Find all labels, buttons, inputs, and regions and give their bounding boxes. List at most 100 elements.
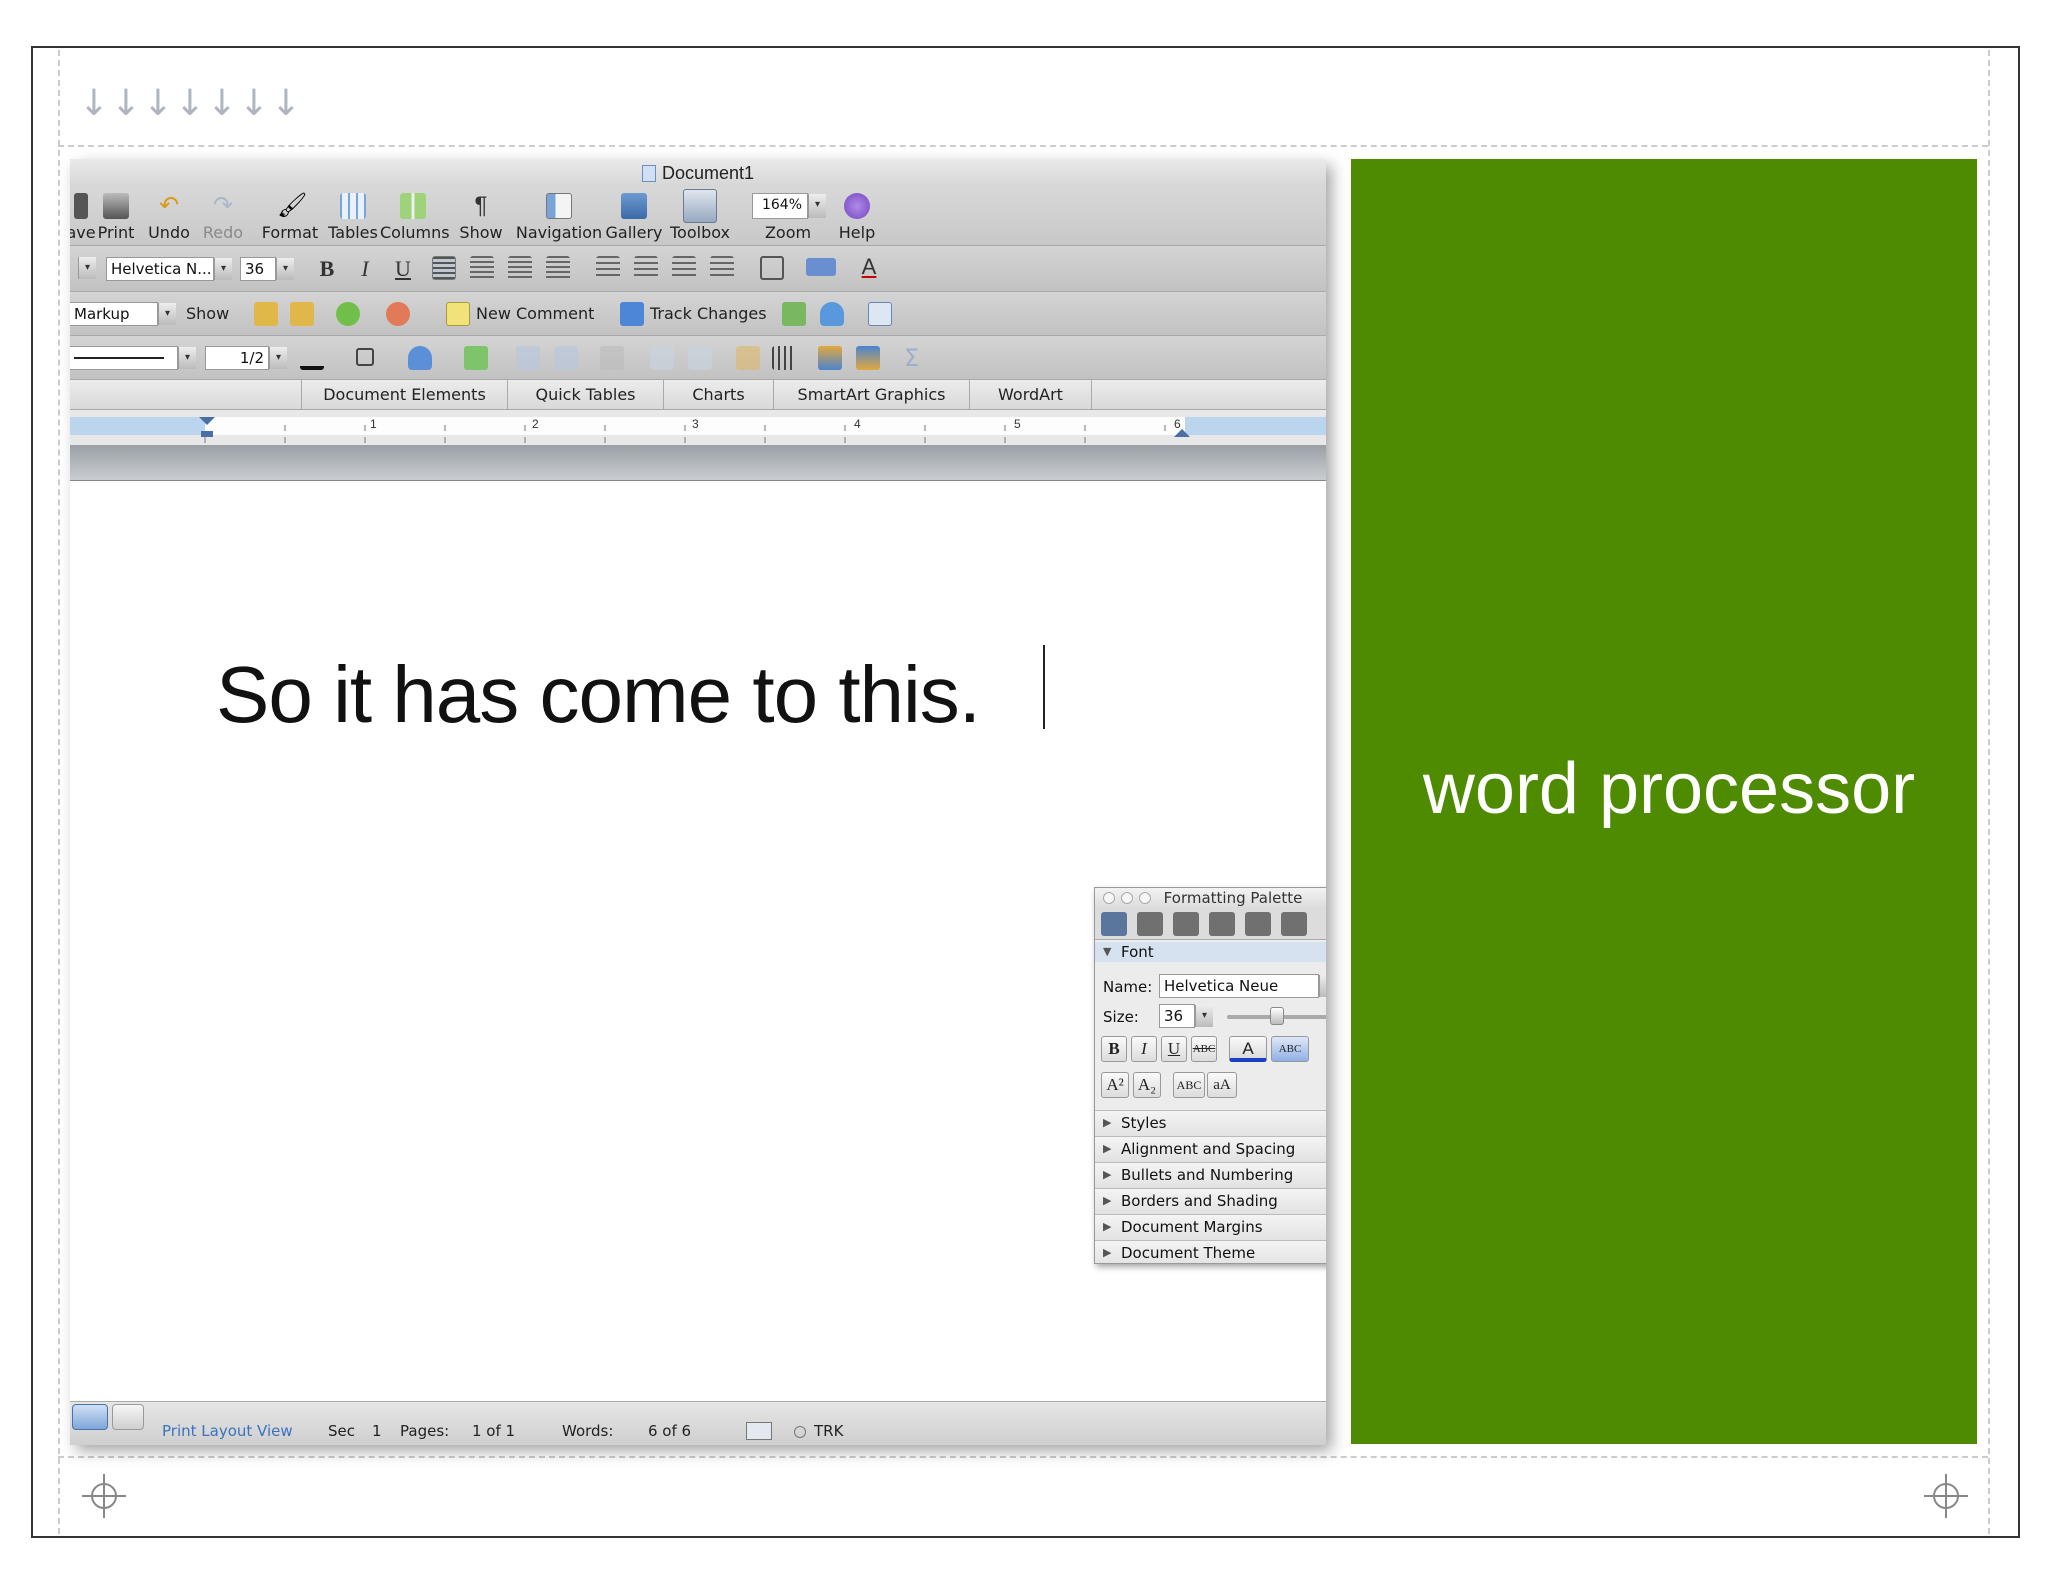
align-right-icon[interactable]	[508, 256, 532, 280]
reference-tools-icon[interactable]	[1245, 912, 1271, 936]
columns-button[interactable]: Columns	[380, 187, 450, 245]
minimize-icon[interactable]	[1121, 892, 1133, 904]
print-layout-view-button[interactable]	[72, 1404, 108, 1430]
spelling-check-icon[interactable]	[746, 1422, 772, 1440]
show-button[interactable]: ¶ Show	[458, 187, 504, 245]
highlight-icon[interactable]	[806, 258, 836, 276]
bulleted-list-icon[interactable]	[634, 256, 658, 280]
size-slider-thumb[interactable]	[1269, 1007, 1284, 1025]
decrease-indent-icon[interactable]	[672, 256, 696, 280]
protect-document-icon[interactable]	[868, 302, 892, 326]
palette-highlight-button[interactable]: ABC	[1271, 1036, 1309, 1062]
superscript-button[interactable]: A²	[1101, 1072, 1129, 1098]
palette-bold-button[interactable]: B	[1101, 1036, 1127, 1062]
tab-charts[interactable]: Charts	[664, 380, 774, 410]
palette-italic-button[interactable]: I	[1131, 1036, 1157, 1062]
previous-change-icon[interactable]	[254, 302, 278, 326]
line-color-icon[interactable]	[300, 346, 324, 370]
draft-view-button[interactable]	[112, 1404, 144, 1430]
object-palette-icon[interactable]	[1137, 912, 1163, 936]
chevron-down-icon[interactable]: ▾	[214, 258, 232, 280]
tables-button[interactable]: Tables	[328, 187, 378, 245]
change-case-button[interactable]: aA	[1207, 1072, 1237, 1098]
formatting-tab-icon[interactable]	[1101, 912, 1127, 936]
send-icon[interactable]	[782, 302, 806, 326]
chevron-down-icon[interactable]: ▾	[1195, 1005, 1213, 1027]
accept-change-icon[interactable]	[336, 302, 360, 326]
user-icon[interactable]	[820, 302, 844, 326]
palette-font-color-button[interactable]: A	[1229, 1036, 1267, 1062]
fill-color-icon[interactable]	[408, 346, 432, 370]
line-weight-field[interactable]: 1/2	[205, 346, 269, 370]
border-style-icon[interactable]	[356, 348, 374, 366]
justify-icon[interactable]	[546, 256, 570, 280]
tab-smartart-graphics[interactable]: SmartArt Graphics	[774, 380, 970, 410]
sort-descending-icon[interactable]	[856, 346, 880, 370]
palette-section-theme[interactable]: ▶ Document Theme	[1095, 1240, 1326, 1263]
gallery-button[interactable]: Gallery	[604, 187, 664, 245]
save-button[interactable]: ave	[70, 187, 96, 245]
insert-table-icon[interactable]	[464, 346, 488, 370]
palette-underline-button[interactable]: U	[1161, 1036, 1187, 1062]
tab-quick-tables[interactable]: Quick Tables	[508, 380, 664, 410]
compatibility-icon[interactable]	[1281, 912, 1307, 936]
chevron-down-icon[interactable]: ▾	[1319, 975, 1326, 997]
format-button[interactable]: 🖌 Format	[260, 187, 320, 245]
palette-section-alignment[interactable]: ▶ Alignment and Spacing	[1095, 1136, 1326, 1162]
palette-section-borders[interactable]: ▶ Borders and Shading	[1095, 1188, 1326, 1214]
text-direction-icon[interactable]	[772, 346, 796, 370]
font-name-field[interactable]: Helvetica N...	[106, 257, 214, 281]
help-button[interactable]: Help	[834, 187, 880, 245]
align-left-icon[interactable]	[432, 256, 456, 280]
markup-select[interactable]: Markup	[70, 302, 158, 326]
palette-section-margins[interactable]: ▶ Document Margins	[1095, 1214, 1326, 1240]
new-comment-button[interactable]: New Comment	[476, 304, 594, 323]
chevron-down-icon[interactable]: ▾	[269, 347, 287, 369]
toolbox-button[interactable]: Toolbox	[666, 187, 734, 245]
redo-button[interactable]: ↷ Redo	[200, 187, 246, 245]
next-change-icon[interactable]	[290, 302, 314, 326]
track-changes-button[interactable]: Track Changes	[650, 304, 767, 323]
small-caps-button[interactable]: ABC	[1173, 1072, 1205, 1098]
palette-section-bullets[interactable]: ▶ Bullets and Numbering	[1095, 1162, 1326, 1188]
borders-icon[interactable]	[760, 256, 784, 280]
undo-button[interactable]: ↶ Undo	[146, 187, 192, 245]
window-titlebar[interactable]: Document1	[70, 159, 1326, 187]
scrapbook-icon[interactable]	[1209, 912, 1235, 936]
show-menu[interactable]: Show	[186, 304, 229, 323]
chevron-down-icon[interactable]: ▾	[78, 257, 96, 279]
palette-font-size-field[interactable]: 36	[1159, 1004, 1195, 1028]
citations-icon[interactable]	[1173, 912, 1199, 936]
increase-indent-icon[interactable]	[710, 256, 734, 280]
document-body-text[interactable]: So it has come to this.	[216, 649, 981, 741]
numbered-list-icon[interactable]	[596, 256, 620, 280]
track-changes-status[interactable]: TRK	[814, 1422, 843, 1440]
zoom-field[interactable]: 164%	[752, 193, 808, 219]
zoom-control[interactable]: 164% ▾ Zoom	[746, 187, 830, 245]
font-section-header[interactable]: ▼ Font	[1095, 942, 1326, 962]
palette-strikethrough-button[interactable]: ABC	[1191, 1036, 1217, 1062]
chevron-down-icon[interactable]: ▾	[276, 258, 294, 280]
zoom-window-icon[interactable]	[1139, 892, 1151, 904]
palette-section-styles[interactable]: ▶ Styles	[1095, 1110, 1326, 1136]
palette-titlebar[interactable]: Formatting Palette	[1095, 888, 1326, 908]
subscript-button[interactable]: A₂	[1133, 1072, 1161, 1098]
reject-change-icon[interactable]	[386, 302, 410, 326]
align-center-icon[interactable]	[470, 256, 494, 280]
underline-button[interactable]: U	[388, 254, 418, 284]
italic-button[interactable]: I	[350, 254, 380, 284]
line-style-select[interactable]	[70, 346, 178, 370]
print-button[interactable]: Print	[96, 187, 136, 245]
chevron-down-icon[interactable]: ▾	[808, 194, 826, 218]
chevron-down-icon[interactable]: ▾	[158, 303, 176, 325]
navigation-button[interactable]: Navigation	[514, 187, 604, 245]
font-color-icon[interactable]: A	[854, 252, 884, 282]
font-size-field[interactable]: 36	[240, 257, 276, 281]
tab-wordart[interactable]: WordArt	[970, 380, 1092, 410]
sort-ascending-icon[interactable]	[818, 346, 842, 370]
palette-font-name-field[interactable]: Helvetica Neue	[1159, 974, 1319, 998]
chevron-down-icon[interactable]: ▾	[178, 347, 196, 369]
close-icon[interactable]	[1103, 892, 1115, 904]
bold-button[interactable]: B	[312, 254, 342, 284]
tab-document-elements[interactable]: Document Elements	[302, 380, 508, 410]
